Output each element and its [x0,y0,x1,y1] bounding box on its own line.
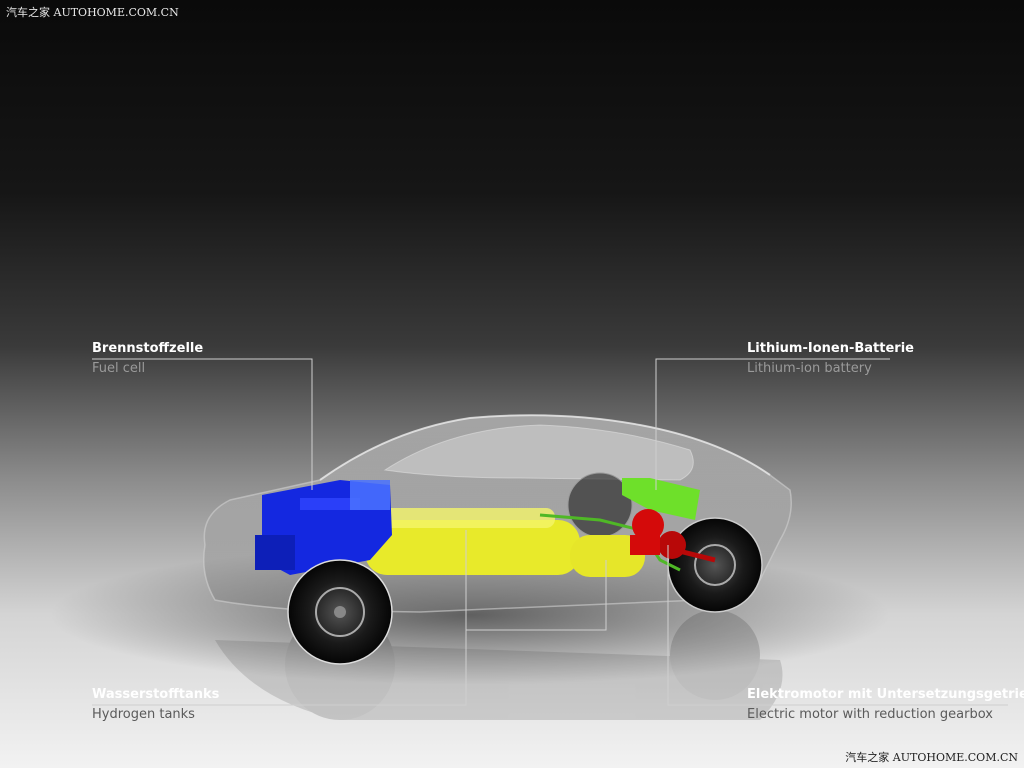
label-battery-de: Lithium-Ionen-Batterie [747,341,914,356]
label-fuel-cell-en: Fuel cell [92,361,146,376]
car-illustration [50,358,1008,720]
label-motor-de: Elektromotor mit Untersetzungsgetriebe [747,687,1024,702]
label-motor-en: Electric motor with reduction gearbox [747,707,993,722]
watermark-top: 汽车之家 AUTOHOME.COM.CN [6,6,179,19]
watermark-bottom: 汽车之家 AUTOHOME.COM.CN [845,751,1018,764]
label-tanks-de: Wasserstofftanks [92,687,220,702]
label-battery-en: Lithium-ion battery [747,361,872,376]
label-tanks: Wasserstofftanks Hydrogen tanks [92,686,219,726]
rear-wheel [667,517,763,613]
label-fuel-cell: Brennstoffzelle Fuel cell [92,340,203,380]
label-fuel-cell-de: Brennstoffzelle [92,341,204,356]
label-tanks-en: Hydrogen tanks [92,707,195,722]
label-motor: Elektromotor mit Untersetzungsgetriebe E… [747,686,1024,726]
label-battery: Lithium-Ionen-Batterie Lithium-ion batte… [747,340,914,380]
